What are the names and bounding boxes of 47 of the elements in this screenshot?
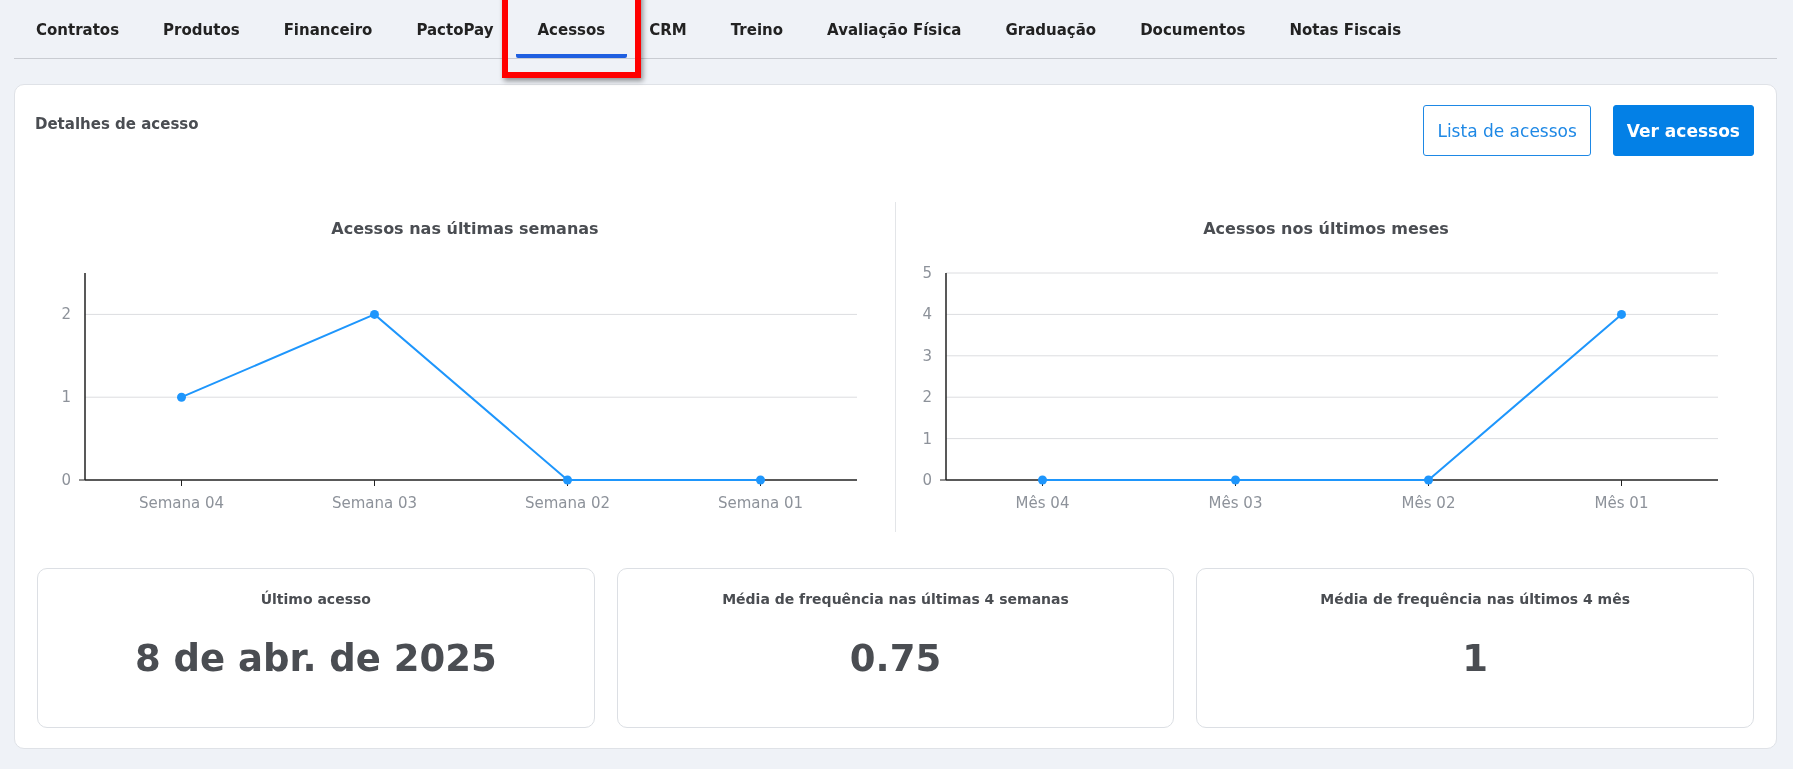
- stat-label: Último acesso: [260, 591, 371, 607]
- chart-title: Acessos nos últimos meses: [1203, 219, 1449, 238]
- x-tick-label: Mês 03: [1208, 494, 1263, 512]
- y-tick-label: 0: [61, 471, 71, 489]
- x-tick-label: Semana 03: [331, 494, 418, 512]
- data-point: [563, 475, 572, 485]
- panel-title: Detalhes de acesso: [35, 115, 199, 133]
- x-tick-label: Semana 04: [138, 494, 225, 512]
- tab[interactable]: CRM: [627, 18, 709, 58]
- tab[interactable]: Treino: [708, 18, 806, 58]
- data-point: [1424, 475, 1433, 485]
- x-tick-label: Mês 04: [1015, 494, 1070, 512]
- tab[interactable]: Financeiro: [261, 18, 395, 58]
- y-tick-label: 2: [61, 305, 71, 324]
- chart-title: Acessos nas últimas semanas: [331, 219, 599, 238]
- y-tick-label: 1: [61, 388, 71, 407]
- tab[interactable]: Contratos: [14, 18, 142, 58]
- x-tick-label: Semana 01: [717, 494, 804, 512]
- y-tick-label: 4: [922, 305, 932, 324]
- data-point: [1038, 475, 1047, 485]
- y-tick-label: 3: [922, 346, 932, 365]
- tab[interactable]: Acessos: [515, 18, 628, 58]
- x-tick-label: Mês 02: [1401, 494, 1456, 512]
- list-button[interactable]: Lista de acessos: [1423, 105, 1591, 156]
- x-tick-label: Mês 01: [1594, 494, 1649, 512]
- data-point: [177, 392, 186, 402]
- y-tick-label: 5: [922, 264, 932, 282]
- y-tick-label: 2: [922, 388, 932, 407]
- tab[interactable]: Avaliação Física: [805, 18, 984, 58]
- data-point: [1231, 475, 1240, 485]
- stat-label: Média de frequência nas últimas 4 semanas: [722, 591, 1069, 607]
- data-point: [1617, 309, 1626, 319]
- tab[interactable]: Graduação: [983, 18, 1119, 58]
- tab[interactable]: Notas Fiscais: [1267, 18, 1424, 58]
- stat-value: 8 de abr. de 2025: [134, 637, 497, 680]
- y-tick-label: 0: [922, 471, 932, 489]
- x-tick-label: Semana 02: [524, 494, 611, 512]
- tab[interactable]: Produtos: [141, 18, 262, 58]
- data-point: [756, 475, 765, 485]
- stat-label: Média de frequência nas últimos 4 mês: [1320, 591, 1630, 607]
- tab[interactable]: Documentos: [1118, 18, 1268, 58]
- y-tick-label: 1: [922, 429, 932, 448]
- tab[interactable]: PactoPay: [394, 18, 516, 58]
- stat-value: 1: [1462, 637, 1489, 680]
- data-point: [370, 309, 379, 319]
- view-button[interactable]: Ver acessos: [1612, 105, 1754, 156]
- stat-value: 0.75: [849, 637, 942, 680]
